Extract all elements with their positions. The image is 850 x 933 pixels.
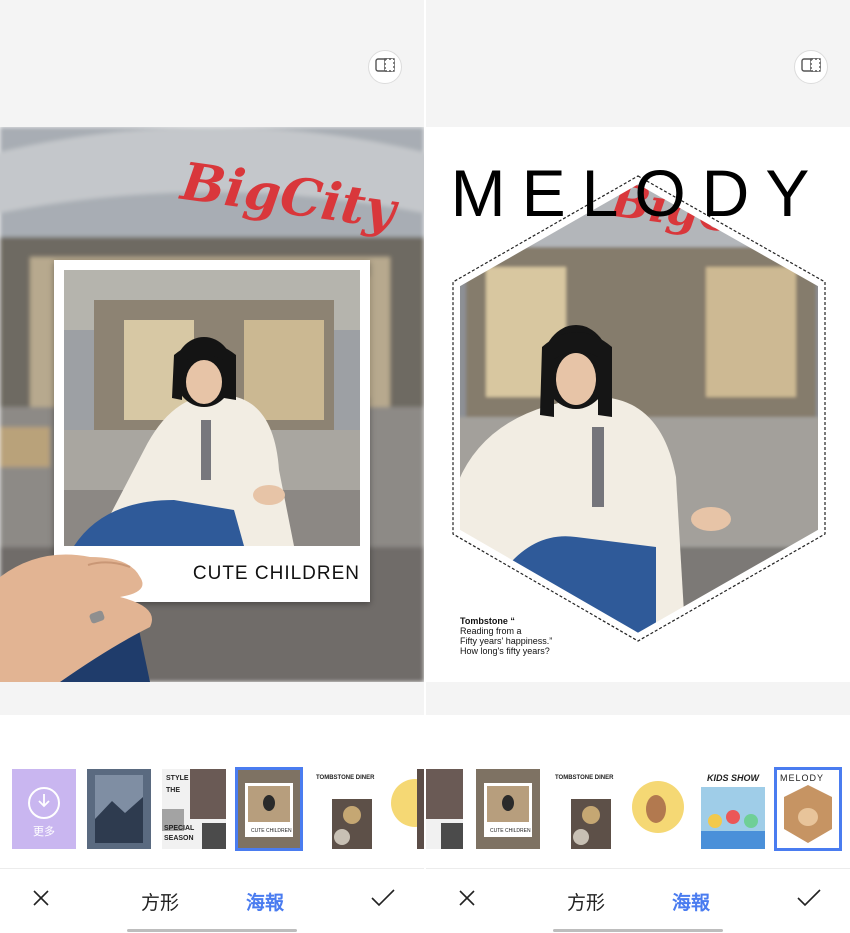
checkmark-icon: [371, 889, 395, 913]
template-thumb-circle[interactable]: [626, 769, 690, 849]
template-thumb-melody-selected[interactable]: MELODY: [774, 767, 842, 851]
poster-text-line: Fifty years' happiness.”: [460, 636, 553, 646]
template-thumb-mountain[interactable]: [87, 769, 151, 849]
confirm-button[interactable]: [792, 881, 826, 921]
template-thumb-hexagon[interactable]: [387, 769, 424, 849]
thumb-label: CUTE CHILDREN: [490, 828, 531, 834]
close-icon: [458, 889, 476, 913]
cancel-button[interactable]: [26, 881, 56, 921]
poster-text-line: How long's fifty years?: [460, 646, 550, 656]
bottom-bar-left: 方形 海報: [0, 868, 424, 933]
poster-text-line: Tombstone “: [460, 616, 515, 626]
compare-icon: [375, 57, 395, 77]
close-icon: [32, 889, 50, 913]
poster-text-block: Tombstone “ Reading from a Fifty years' …: [460, 616, 660, 656]
download-arrow-icon: [37, 793, 51, 814]
poster-text-line: Reading from a: [460, 626, 522, 636]
tab-poster[interactable]: 海報: [661, 881, 721, 921]
compare-button[interactable]: [368, 50, 402, 84]
tab-square[interactable]: 方形: [556, 881, 616, 921]
confirm-button[interactable]: [366, 881, 400, 921]
thumb-label: SEASON: [164, 835, 194, 842]
tab-poster[interactable]: 海報: [235, 881, 295, 921]
right-editor-panel: BigCity MELODY Tombstone “ Reading from …: [426, 0, 850, 933]
photo-canvas[interactable]: BigCity CUTE CHILDREN: [0, 127, 424, 682]
bottom-bar-right: 方形 海報: [426, 868, 850, 933]
more-templates-button[interactable]: 更多: [12, 769, 76, 849]
thumb-label: STYLE: [166, 775, 189, 782]
template-thumb-season[interactable]: STYLE THE SPECIAL SEASON: [162, 769, 226, 849]
thumb-label: TOMBSTONE DINER: [316, 775, 375, 781]
thumb-label: KIDS SHOW: [707, 773, 760, 783]
template-thumb-tombstone[interactable]: TOMBSTONE DINER: [551, 769, 615, 849]
checkmark-icon: [797, 889, 821, 913]
app-root: BigCity CUTE CHILDREN 更多 STYLE THE SPECI…: [0, 0, 850, 933]
template-thumb-polaroid[interactable]: CUTE CHILDREN: [476, 769, 540, 849]
thumb-label: MELODY: [780, 773, 825, 783]
more-label: 更多: [33, 826, 55, 838]
left-editor-panel: BigCity CUTE CHILDREN 更多 STYLE THE SPECI…: [0, 0, 424, 933]
template-thumb-polaroid-selected[interactable]: CUTE CHILDREN: [235, 767, 303, 851]
hand-holding-photo: [0, 554, 152, 682]
template-thumb-season-partial[interactable]: [426, 769, 463, 849]
thumb-label: TOMBSTONE DINER: [555, 775, 614, 781]
tab-square[interactable]: 方形: [130, 881, 190, 921]
thumb-label: CUTE CHILDREN: [251, 828, 292, 834]
cancel-button[interactable]: [452, 881, 482, 921]
compare-button[interactable]: [794, 50, 828, 84]
template-thumb-kids-show[interactable]: KIDS SHOW: [701, 769, 765, 849]
poster-canvas[interactable]: BigCity MELODY Tombstone “ Reading from …: [426, 127, 850, 682]
thumb-label: THE: [166, 787, 180, 794]
compare-icon: [801, 57, 821, 77]
polaroid-photo: [64, 270, 360, 546]
template-thumb-tombstone[interactable]: TOMBSTONE DINER: [312, 769, 376, 849]
polaroid-caption: CUTE CHILDREN: [192, 563, 360, 584]
poster-title: MELODY: [450, 156, 826, 230]
tab-indicator: [127, 929, 297, 932]
tab-indicator: [553, 929, 723, 932]
thumb-label: SPECIAL: [164, 825, 195, 832]
